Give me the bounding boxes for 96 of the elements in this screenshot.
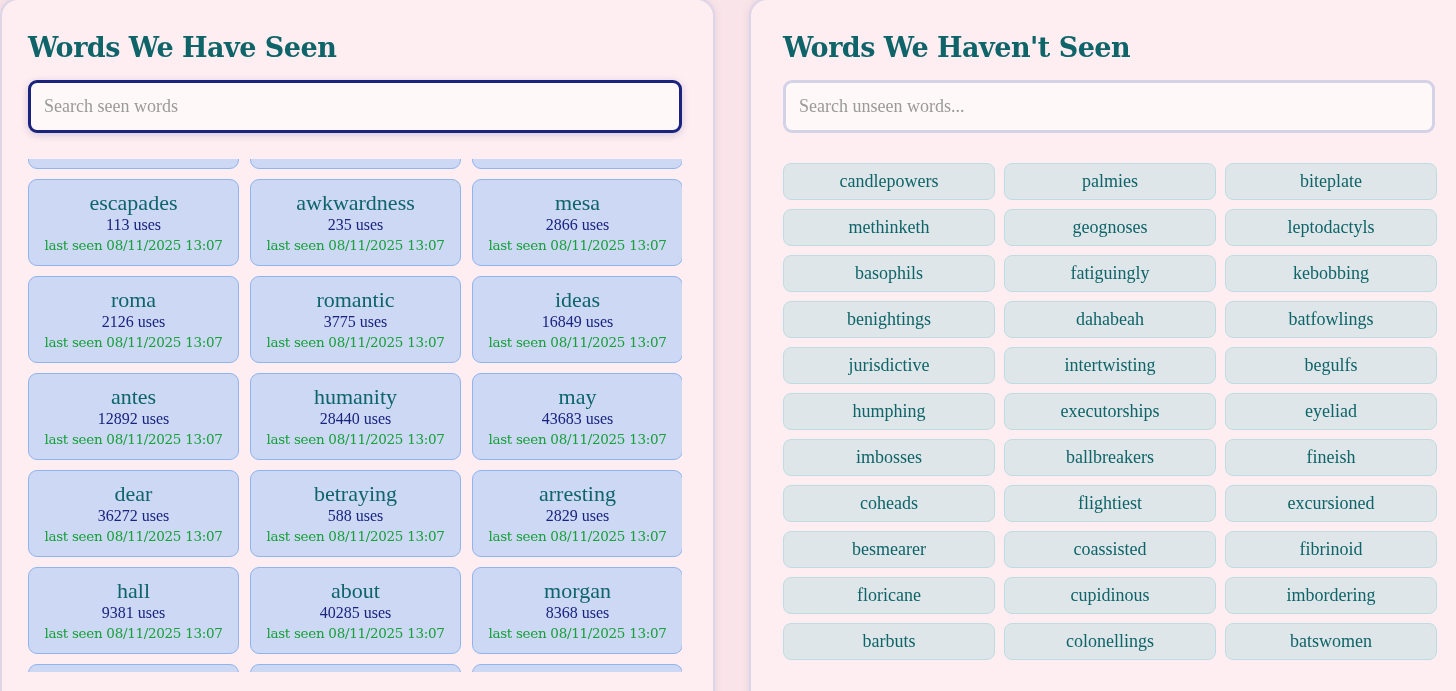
word-chip[interactable]: jurisdictive (783, 347, 995, 384)
word-card[interactable]: humanity 28440 uses last seen 08/11/2025 13:07 (250, 373, 461, 460)
word-chip[interactable]: fineish (1225, 439, 1437, 476)
word-card[interactable]: mesa 2866 uses last seen 08/11/2025 13:07 (472, 179, 682, 266)
word-chip[interactable]: fatiguingly (1004, 255, 1216, 292)
word-chip[interactable]: imbosses (783, 439, 995, 476)
word-card[interactable]: hall 9381 uses last seen 08/11/2025 13:07 (28, 567, 239, 654)
uses-count: 16849 uses (541, 312, 614, 332)
uses-count: 3775 uses (323, 312, 388, 332)
last-seen-text: last seen 08/11/2025 13:07 (488, 527, 667, 546)
panel-title: Words We Haven't Seen (783, 31, 1132, 65)
word-chip[interactable]: fibrinoid (1225, 531, 1437, 568)
word-chip[interactable]: biteplate (1225, 163, 1437, 200)
last-seen-text: last seen 08/11/2025 13:07 (44, 527, 223, 546)
word-card[interactable]: awkwardness 235 uses last seen 08/11/2025 13:07 (250, 179, 461, 266)
word-text: ideas (554, 287, 601, 312)
word-chip[interactable]: batfowlings (1225, 301, 1437, 338)
word-chip[interactable]: geognoses (1004, 209, 1216, 246)
word-chip[interactable]: imbordering (1225, 577, 1437, 614)
word-chip[interactable]: kebobbing (1225, 255, 1437, 292)
word-chip[interactable]: besmearer (783, 531, 995, 568)
word-chip[interactable]: batswomen (1225, 623, 1437, 660)
word-chip[interactable]: flightiest (1004, 485, 1216, 522)
word-card[interactable]: roma 2126 uses last seen 08/11/2025 13:07 (28, 276, 239, 363)
word-text: mesa (554, 190, 601, 215)
word-text: hall (117, 578, 150, 603)
word-chip[interactable]: humphing (783, 393, 995, 430)
word-chip[interactable]: cupidinous (1004, 577, 1216, 614)
word-text: betraying (313, 481, 398, 506)
word-chip[interactable]: palmies (1004, 163, 1216, 200)
last-seen-text: last seen 08/11/2025 13:07 (266, 624, 445, 643)
uses-count: 36272 uses (97, 506, 170, 526)
last-seen-text: last seen 08/11/2025 13:07 (488, 333, 667, 352)
word-text: roma (110, 287, 157, 312)
word-chip[interactable]: executorships (1004, 393, 1216, 430)
word-text: awkwardness (296, 190, 415, 215)
word-text: humanity (313, 384, 398, 409)
word-text: may (558, 384, 597, 409)
word-chip[interactable]: coassisted (1004, 531, 1216, 568)
last-seen-text: last seen 08/11/2025 13:07 (266, 236, 445, 255)
uses-count: 235 uses (327, 215, 384, 235)
word-chip[interactable]: dahabeah (1004, 301, 1216, 338)
word-text: escapades (89, 190, 178, 215)
word-chip[interactable]: benightings (783, 301, 995, 338)
last-seen-text: last seen 08/11/2025 13:07 (266, 333, 445, 352)
uses-count: 12892 uses (97, 409, 170, 429)
uses-count: 28440 uses (319, 409, 392, 429)
last-seen-text: last seen 08/11/2025 13:07 (44, 624, 223, 643)
last-seen-text: last seen 08/11/2025 13:07 (266, 527, 445, 546)
word-card[interactable]: about 40285 uses last seen 08/11/2025 13:07 (250, 567, 461, 654)
word-card[interactable]: dear 36272 uses last seen 08/11/2025 13:07 (28, 470, 239, 557)
search-field[interactable]: Search seen words (28, 80, 682, 133)
word-card[interactable]: escapades 113 uses last seen 08/11/2025 13:07 (28, 179, 239, 266)
word-chip[interactable]: methinketh (783, 209, 995, 246)
word-card[interactable]: morgan 8368 uses last seen 08/11/2025 13:07 (472, 567, 682, 654)
word-card[interactable]: romantic 3775 uses last seen 08/11/2025 13:07 (250, 276, 461, 363)
word-chip[interactable]: leptodactyls (1225, 209, 1437, 246)
word-chip[interactable]: begulfs (1225, 347, 1437, 384)
word-text: about (331, 578, 380, 603)
uses-count: 43683 uses (541, 409, 614, 429)
word-chip[interactable]: eyeliad (1225, 393, 1437, 430)
word-text: arresting (539, 481, 616, 506)
word-text: antes (110, 384, 157, 409)
uses-count: 588 uses (327, 506, 384, 526)
word-card[interactable]: may 43683 uses last seen 08/11/2025 13:07 (472, 373, 682, 460)
uses-count: 9381 uses (101, 603, 166, 623)
word-chip[interactable]: floricane (783, 577, 995, 614)
word-card[interactable]: betraying 588 uses last seen 08/11/2025 13:07 (250, 470, 461, 557)
uses-count: 2829 uses (545, 506, 610, 526)
panel-title: Words We Have Seen (28, 31, 338, 65)
uses-count: 113 uses (106, 215, 161, 235)
word-card[interactable]: ideas 16849 uses last seen 08/11/2025 13:07 (472, 276, 682, 363)
last-seen-text: last seen 08/11/2025 13:07 (44, 430, 223, 449)
last-seen-text: last seen 08/11/2025 13:07 (44, 333, 223, 352)
last-seen-text: last seen 08/11/2025 13:07 (266, 430, 445, 449)
word-chip[interactable]: basophils (783, 255, 995, 292)
uses-count: 2126 uses (101, 312, 166, 332)
word-text: dear (114, 481, 153, 506)
uses-count: 8368 uses (545, 603, 610, 623)
word-chip[interactable]: coheads (783, 485, 995, 522)
word-chip[interactable]: colonellings (1004, 623, 1216, 660)
word-card[interactable]: antes 12892 uses last seen 08/11/2025 13:07 (28, 373, 239, 460)
word-text: romantic (316, 287, 395, 312)
word-text: morgan (544, 578, 611, 603)
last-seen-text: last seen 08/11/2025 13:07 (44, 236, 223, 255)
last-seen-text: last seen 08/11/2025 13:07 (488, 430, 667, 449)
word-card[interactable]: arresting 2829 uses last seen 08/11/2025 13:07 (472, 470, 682, 557)
last-seen-text: last seen 08/11/2025 13:07 (488, 236, 667, 255)
word-chip[interactable]: ballbreakers (1004, 439, 1216, 476)
word-chip[interactable]: intertwisting (1004, 347, 1216, 384)
word-chip[interactable]: barbuts (783, 623, 995, 660)
word-chip[interactable]: candlepowers (783, 163, 995, 200)
uses-count: 40285 uses (319, 603, 392, 623)
word-chip[interactable]: excursioned (1225, 485, 1437, 522)
last-seen-text: last seen 08/11/2025 13:07 (488, 624, 667, 643)
uses-count: 2866 uses (545, 215, 610, 235)
